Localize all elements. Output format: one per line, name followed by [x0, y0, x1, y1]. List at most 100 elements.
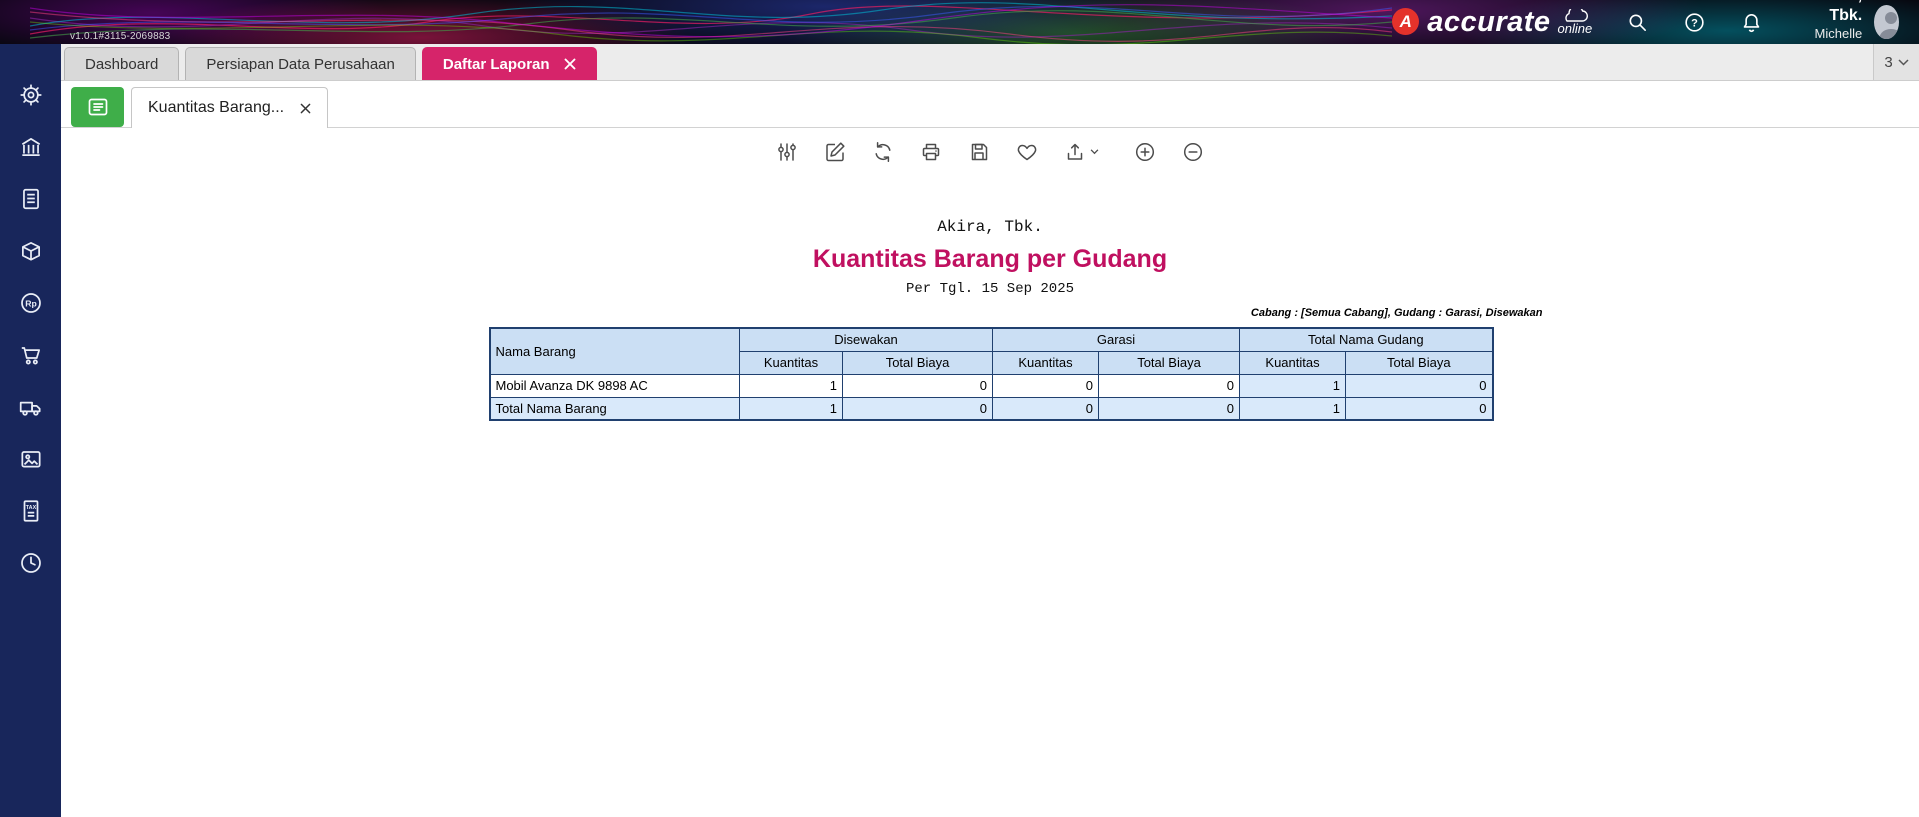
report-title: Kuantitas Barang per Gudang	[812, 245, 1168, 273]
cell-total-value: 1	[1239, 373, 1347, 398]
user-info: Akira, Tbk. Michelle Ardianti	[1793, 0, 1863, 58]
performance-icon	[20, 553, 41, 573]
print-icon[interactable]	[919, 140, 943, 164]
zoom-in-icon[interactable]	[1133, 140, 1157, 164]
version-label: v1.0.1#3115-2069883	[70, 31, 171, 42]
sidebar-item-ledger[interactable]	[0, 177, 61, 221]
cell-value: 1	[739, 373, 843, 398]
chevron-down-icon	[1898, 58, 1909, 66]
cell-total-value: 0	[992, 396, 1099, 421]
header-wave-art	[30, 2, 1393, 44]
cell-total-value: 0	[842, 396, 993, 421]
svg-text:TAX: TAX	[25, 505, 36, 511]
edit-icon[interactable]	[823, 140, 847, 164]
workspace: Kuantitas Barang... Akira, Tbk. Kuantita…	[61, 81, 1919, 817]
notifications-icon[interactable]	[1740, 11, 1763, 34]
col-group-total-nama-gudang: Total Nama Gudang	[1239, 327, 1494, 352]
cash-icon: Rp	[20, 293, 41, 313]
sidebar-item-settings[interactable]	[0, 73, 61, 117]
cell-value: 0	[992, 373, 1099, 398]
asset-icon	[20, 451, 41, 468]
sales-icon	[21, 347, 40, 365]
cell-value: 0	[842, 373, 993, 398]
tab-label: Daftar Laporan	[442, 55, 550, 73]
report-tab-kuantitas-barang[interactable]: Kuantitas Barang...	[131, 87, 329, 128]
report-tab-label: Kuantitas Barang...	[148, 99, 285, 116]
close-icon[interactable]	[564, 58, 576, 70]
help-icon[interactable]: ?	[1683, 11, 1706, 34]
cell-total-label: Total Nama Barang	[489, 396, 740, 421]
chevron-down-icon	[1090, 149, 1099, 155]
sidebar-item-sales[interactable]	[0, 333, 61, 377]
table-row: Mobil Avanza DK 9898 AC 1 0 0 0 1 0	[489, 373, 1494, 398]
col-header-total-biaya: Total Biaya	[842, 350, 993, 375]
tab-label: Persiapan Data Perusahaan	[206, 55, 395, 73]
cell-value: 0	[1097, 373, 1241, 398]
cell-item-name: Mobil Avanza DK 9898 AC	[489, 373, 740, 398]
settings-icon	[19, 84, 42, 106]
save-icon[interactable]	[967, 140, 991, 164]
cell-total-value: 0	[1097, 396, 1241, 421]
report-list-icon	[88, 98, 107, 116]
inventory-icon	[21, 242, 40, 261]
cell-total-value: 1	[739, 396, 843, 421]
tab-dashboard[interactable]: Dashboard	[64, 47, 180, 80]
app-window: A accurate online v1.0.1#3115-2069883 ?	[0, 0, 1919, 817]
report-body: Akira, Tbk. Kuantitas Barang per Gudang …	[61, 218, 1919, 421]
sidebar-item-purchase[interactable]	[0, 385, 61, 429]
tab-count-dropdown[interactable]: 3	[1873, 44, 1919, 80]
col-header-total-biaya: Total Biaya	[1345, 350, 1494, 375]
sidebar-item-cash[interactable]: Rp	[0, 281, 61, 325]
content-area: Dashboard Persiapan Data Perusahaan Daft…	[61, 44, 1919, 817]
sidebar-item-inventory[interactable]	[0, 229, 61, 273]
export-icon[interactable]	[1063, 140, 1099, 164]
cell-total-value: 0	[1345, 396, 1494, 421]
svg-text:Rp: Rp	[25, 298, 37, 308]
main-row: Rp TAX Dashboard Persiapan Data Perusaha…	[0, 44, 1919, 817]
tab-daftar-laporan[interactable]: Daftar Laporan	[421, 47, 597, 80]
col-header-total-biaya: Total Biaya	[1097, 350, 1241, 375]
cell-total-value: 0	[1345, 373, 1494, 398]
report-list-button[interactable]	[71, 87, 124, 127]
report-period: Per Tgl. 15 Sep 2025	[905, 281, 1075, 297]
col-group-garasi: Garasi	[991, 327, 1241, 352]
app-logo: A accurate online	[1392, 6, 1592, 38]
refresh-icon[interactable]	[871, 140, 895, 164]
avatar[interactable]	[1874, 5, 1899, 39]
filter-icon[interactable]	[775, 140, 799, 164]
col-header-kuantitas: Kuantitas	[739, 350, 843, 375]
tab-persiapan-data-perusahaan[interactable]: Persiapan Data Perusahaan	[185, 47, 416, 80]
sidebar: Rp TAX	[0, 44, 61, 817]
accurate-logo-icon: A	[1392, 8, 1420, 35]
report-company-name: Akira, Tbk.	[937, 218, 1043, 236]
cell-total-value: 1	[1239, 396, 1347, 421]
svg-text:?: ?	[1691, 17, 1698, 29]
sidebar-item-performance[interactable]	[0, 541, 61, 585]
logo-subtext: online	[1557, 21, 1593, 36]
avatar-silhouette-icon	[1879, 12, 1899, 39]
col-header-nama-barang: Nama Barang	[489, 327, 740, 375]
sidebar-item-tax[interactable]: TAX	[0, 489, 61, 533]
logo-text: accurate	[1427, 6, 1551, 38]
sidebar-item-company[interactable]	[0, 125, 61, 169]
tab-label: Dashboard	[85, 55, 159, 73]
report-tab-bar: Kuantitas Barang...	[61, 87, 1919, 128]
search-icon[interactable]	[1626, 11, 1649, 34]
user-company: Akira, Tbk.	[1818, 0, 1863, 24]
sidebar-item-asset[interactable]	[0, 437, 61, 481]
close-icon[interactable]	[300, 103, 311, 114]
report-filter-note: Cabang : [Semua Cabang], Gudang : Garasi…	[1250, 307, 1543, 319]
col-header-kuantitas: Kuantitas	[992, 350, 1099, 375]
report-toolbar	[61, 140, 1919, 164]
report-table: Nama Barang Disewakan Garasi Total Nama …	[488, 327, 1494, 421]
table-group-header-row: Nama Barang Disewakan Garasi Total Nama …	[489, 327, 1494, 375]
tax-icon: TAX	[23, 500, 38, 522]
zoom-out-icon[interactable]	[1181, 140, 1205, 164]
purchase-icon	[19, 401, 41, 416]
favorite-icon[interactable]	[1015, 140, 1039, 164]
logo-cloud-group: online	[1557, 9, 1593, 36]
table-total-row: Total Nama Barang 1 0 0 0 1 0	[489, 396, 1494, 421]
col-header-kuantitas: Kuantitas	[1239, 350, 1347, 375]
top-header: A accurate online v1.0.1#3115-2069883 ?	[0, 0, 1919, 57]
company-icon	[21, 138, 40, 156]
